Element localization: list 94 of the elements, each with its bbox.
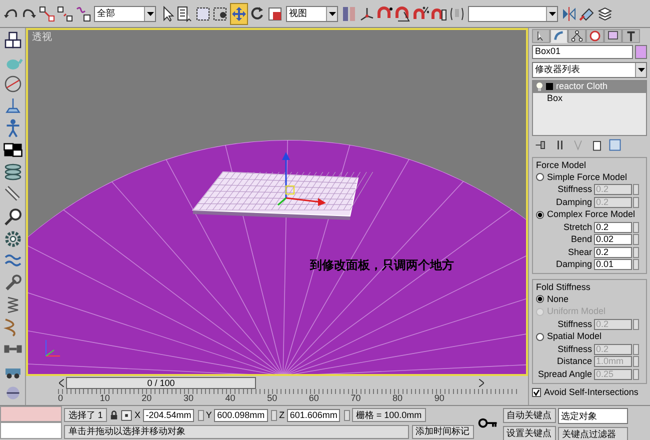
spinner-arrows-icon[interactable]: [633, 356, 639, 368]
script-output-field[interactable]: [0, 422, 62, 439]
checkbox[interactable]: [532, 388, 541, 397]
hierarchy-icon[interactable]: [568, 29, 586, 43]
expand-square-icon[interactable]: [546, 83, 553, 90]
ruler-label: 0: [58, 393, 64, 405]
spinner-field[interactable]: 0.02: [594, 234, 632, 246]
key-mode-dropdown[interactable]: 选定对象: [558, 408, 628, 424]
selection-count: 选择了 1: [64, 408, 107, 422]
radio-button[interactable]: [536, 295, 544, 304]
axis-tripod-icon: [46, 340, 60, 356]
field-label: Stiffness: [556, 184, 593, 196]
ruler-label: 80: [392, 393, 404, 405]
spinner-arrows-icon[interactable]: [344, 410, 350, 421]
cubes-icon[interactable]: [2, 30, 22, 50]
spinner-field[interactable]: 0.01: [594, 259, 632, 270]
radio-button[interactable]: [536, 173, 544, 182]
spinner-arrows-icon[interactable]: [633, 368, 639, 380]
field-label: Shear: [566, 246, 593, 258]
spinner-arrows-icon[interactable]: [633, 222, 639, 233]
field-label: Spread Angle: [536, 368, 593, 380]
radio-label[interactable]: Complex Force Model: [547, 209, 636, 220]
lightbulb-icon[interactable]: [536, 82, 543, 92]
monitor-icon[interactable]: [604, 29, 622, 43]
axis-label: Z: [279, 410, 285, 421]
radio-label[interactable]: None: [547, 294, 569, 305]
grid-size: 栅格 = 100.0mm: [352, 408, 426, 422]
spinner-arrows-icon[interactable]: [633, 184, 639, 196]
field-label: Damping: [554, 196, 593, 208]
coordinate-field[interactable]: -204.54mm: [142, 408, 194, 422]
dropdown[interactable]: 全部: [94, 6, 156, 22]
time-slider-thumb[interactable]: 0 / 100: [66, 376, 256, 388]
spinner-arrows-icon[interactable]: [270, 410, 277, 421]
ruler-label: 30: [183, 393, 194, 405]
field-label: Stiffness: [556, 318, 593, 330]
ruler-label: 40: [225, 393, 236, 405]
disk-stack-icon[interactable]: [2, 162, 22, 182]
absolute-mode-icon[interactable]: [121, 410, 132, 421]
gear-icon[interactable]: [2, 228, 22, 249]
axis-label: Y: [206, 410, 212, 421]
key-filters-button[interactable]: 关键点过滤器: [558, 426, 628, 440]
set-key-button[interactable]: 设置关键点: [502, 426, 556, 440]
spinner-arrows-icon[interactable]: [633, 259, 639, 270]
dropdown[interactable]: 视图: [286, 6, 338, 22]
radio-label[interactable]: Spatial Model: [547, 331, 602, 342]
field-label: Stiffness: [556, 344, 593, 355]
bent-tube-icon[interactable]: [550, 29, 568, 43]
checkbox-label[interactable]: Avoid Self-Intersections: [544, 386, 638, 398]
field-label: Stretch: [562, 222, 593, 233]
object-color-swatch[interactable]: [635, 45, 647, 60]
coordinate-field[interactable]: 600.098mm: [214, 408, 268, 422]
dropdown-arrow-icon[interactable]: [638, 68, 644, 72]
prompt-text: 单击并拖动以选择并移动对象: [64, 424, 410, 438]
annotation-text: 到修改面板，只调两个地方: [310, 258, 454, 272]
move-icon[interactable]: [230, 2, 248, 24]
spinner-field[interactable]: 0.2: [594, 246, 632, 258]
group-title: Force Model: [536, 160, 588, 172]
lock-icon[interactable]: [109, 410, 120, 421]
field-label: Distance: [556, 356, 593, 368]
magnifier-icon[interactable]: [2, 206, 22, 226]
radio-label[interactable]: Simple Force Model: [547, 172, 628, 183]
object-name-field[interactable]: Box01: [532, 45, 633, 60]
ruler-label: 60: [308, 393, 320, 405]
modifier-list-dropdown[interactable]: 修改器列表: [532, 62, 647, 78]
ruler-label: 90: [434, 393, 446, 405]
ruler-label: 20: [142, 393, 153, 405]
spinner-field[interactable]: 0.2: [594, 222, 632, 233]
script-listener-field[interactable]: [0, 406, 62, 422]
empty-dropdown[interactable]: [468, 6, 558, 22]
pointer-icon[interactable]: [532, 29, 550, 43]
field-label: Damping: [554, 259, 593, 270]
dropdown-arrow-icon[interactable]: [146, 12, 154, 16]
window-icon[interactable]: [608, 138, 622, 152]
spinner-arrows-icon[interactable]: [633, 344, 639, 355]
dropdown-arrow-icon[interactable]: [328, 12, 336, 16]
dropdown-arrow-icon[interactable]: [548, 12, 556, 16]
auto-key-button[interactable]: 自动关键点: [502, 408, 556, 424]
ruler-label: 10: [100, 393, 111, 405]
radio-button[interactable]: [536, 210, 544, 219]
move-gizmo-drawing: [278, 152, 326, 206]
ruler-label: 50: [267, 393, 278, 405]
spinner-arrows-icon[interactable]: [198, 410, 204, 421]
radio-button[interactable]: [536, 332, 544, 341]
field-label: Bend: [570, 234, 593, 246]
spinner-arrows-icon[interactable]: [633, 246, 639, 258]
group-title: Fold Stiffness: [536, 282, 592, 294]
spinner-arrows-icon[interactable]: [633, 196, 639, 208]
stack-item[interactable]: Box: [533, 92, 646, 105]
ruler-label: 70: [350, 393, 362, 405]
spinner-arrows-icon[interactable]: [633, 234, 639, 246]
coordinate-field[interactable]: 601.606mm: [286, 408, 340, 422]
spinner-arrows-icon[interactable]: [633, 318, 639, 330]
axis-label: X: [134, 410, 141, 421]
add-time-tag[interactable]: 添加时间标记: [412, 424, 474, 438]
